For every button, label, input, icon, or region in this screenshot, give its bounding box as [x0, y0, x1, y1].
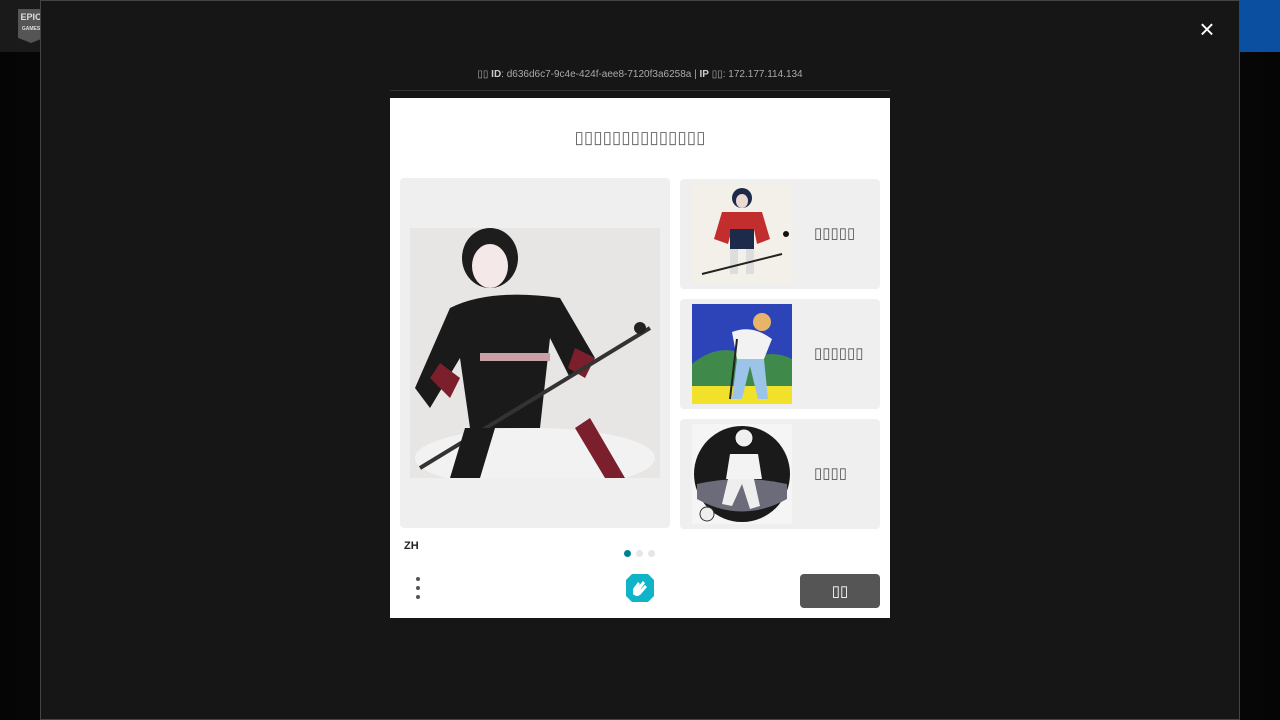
meta-id-prefix: ▯▯ [477, 69, 489, 80]
pagination-dot[interactable] [636, 550, 643, 557]
option-label: ▯▯▯▯ [814, 465, 848, 482]
pagination-dot[interactable] [648, 550, 655, 557]
hcaptcha-logo-icon [626, 574, 654, 602]
option-golfer[interactable]: ▯▯▯▯▯▯ [680, 299, 880, 409]
meta-id-label: ID [491, 69, 502, 80]
captcha-prompt: ▯▯▯▯▯▯▯▯▯▯▯▯▯▯ [574, 128, 706, 147]
hockey-player-thumbnail [692, 184, 792, 284]
divider [390, 90, 890, 91]
meta-id-value: : d636d6c7-9c4e-424f-aee8-7120f3a6258a | [501, 69, 700, 80]
pagination-dots [624, 544, 660, 562]
submit-button[interactable]: ▯▯ [800, 574, 880, 608]
meta-ip-label: IP [699, 69, 709, 80]
request-meta: ▯▯ ID: d636d6c7-9c4e-424f-aee8-7120f3a62… [390, 69, 890, 80]
option-hockey-player[interactable]: ▯▯▯▯▯ [680, 179, 880, 289]
meta-ip-value: : 172.177.114.134 [722, 69, 803, 80]
captcha-modal: × ▯▯ ID: d636d6c7-9c4e-424f-aee8-7120f3a… [40, 0, 1240, 720]
language-selector[interactable]: ZH [404, 540, 419, 552]
challenge-image-frame [400, 178, 670, 528]
soccer-player-thumbnail [692, 424, 792, 524]
pagination-dot-active[interactable] [624, 550, 631, 557]
header-action-button[interactable] [1238, 0, 1280, 52]
option-label: ▯▯▯▯▯▯ [814, 345, 864, 362]
challenge-image [410, 228, 660, 478]
option-label: ▯▯▯▯▯ [814, 225, 856, 242]
option-soccer-player[interactable]: ▯▯▯▯ [680, 419, 880, 529]
captcha-panel: ▯▯▯▯▯▯▯▯▯▯▯▯▯▯ ▯▯▯▯▯ ▯▯▯▯▯▯ ▯▯▯▯ ZH ▯▯ [390, 98, 890, 618]
golfer-thumbnail [692, 304, 792, 404]
close-icon[interactable]: × [1196, 16, 1218, 42]
meta-ip-suffix: ▯▯ [708, 69, 723, 80]
more-options-icon[interactable] [414, 577, 422, 603]
